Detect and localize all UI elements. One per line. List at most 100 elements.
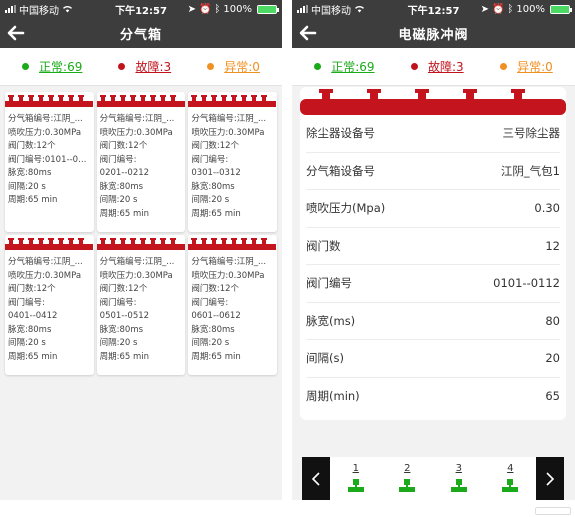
back-arrow-icon[interactable] xyxy=(6,23,26,43)
gas-box-card[interactable]: 分气箱编号:江阴_... 喷吹压力:0.30MPa 阀门数:12个 阀门编号: 0401… xyxy=(5,235,94,375)
valve-strip-banner xyxy=(300,89,566,115)
card-field-line: 分气箱编号:江阴_... xyxy=(8,257,83,267)
valve-strip-banner xyxy=(188,95,277,107)
card-field-line: 分气箱编号:江阴_... xyxy=(191,114,267,124)
legend-fault-label[interactable]: 故障:3 xyxy=(135,58,171,75)
card-field-line: 喷吹压力:0.30MPa xyxy=(191,127,265,138)
card-field-line: 分气箱编号:江阴_... xyxy=(8,114,83,124)
card-field-line: 间隔:20 s xyxy=(8,181,46,192)
card-field-line: 阀门编号: xyxy=(99,154,137,165)
card-field-line: 0501--0512 xyxy=(99,311,150,321)
legend-abnormal-label[interactable]: 异常:0 xyxy=(224,58,260,75)
legend-abnormal[interactable]: 异常:0 xyxy=(207,58,260,75)
gas-box-grid: 分气箱编号:江阴_... 喷吹压力:0.30MPa 阀门数:12个 阀门编号:0101… xyxy=(5,92,277,375)
detail-label: 间隔(s) xyxy=(306,351,344,366)
pager-tab-3[interactable]: 3 xyxy=(439,457,479,500)
back-arrow-icon[interactable] xyxy=(298,23,318,43)
card-field-line: 阀门编号: xyxy=(191,297,229,308)
detail-value: 80 xyxy=(545,313,560,328)
pager-prev-button[interactable] xyxy=(302,457,330,500)
card-field-line: 阀门编号: xyxy=(8,297,45,308)
pager-tab-1[interactable]: 1 xyxy=(336,457,376,500)
legend-normal-label[interactable]: 正常:69 xyxy=(331,58,374,75)
legend-abnormal[interactable]: 异常:0 xyxy=(500,58,553,75)
detail-value: 20 xyxy=(545,351,560,366)
detail-label: 分气箱设备号 xyxy=(306,163,375,178)
detail-row: 除尘器设备号 三号除尘器 xyxy=(306,115,560,153)
battery-icon xyxy=(257,4,280,14)
status-bar: 中国移动 下午12:57 ➤ ⏰ ᛒ 100% xyxy=(292,0,575,18)
pager-tab-4[interactable]: 4 xyxy=(490,457,530,500)
card-field-line: 喷吹压力:0.30MPa xyxy=(8,270,82,281)
legend-fault[interactable]: 故障:3 xyxy=(118,58,171,75)
gas-box-card[interactable]: 分气箱编号:江阴_... 喷吹压力:0.30MPa 阀门数:12个 阀门编号: 0301… xyxy=(188,92,277,232)
detail-value: 65 xyxy=(545,389,560,404)
battery-percent: 100% xyxy=(516,3,545,15)
pager-tab-number[interactable]: 3 xyxy=(456,463,462,474)
card-field-line: 0201--0212 xyxy=(99,168,150,178)
legend-fault-label[interactable]: 故障:3 xyxy=(428,58,464,75)
legend-normal-label[interactable]: 正常:69 xyxy=(39,58,82,75)
card-field-line: 周期:65 min xyxy=(8,351,58,362)
detail-value: 0.30 xyxy=(534,201,560,216)
card-field-line: 0601--0612 xyxy=(191,311,241,321)
page-title: 电磁脉冲阀 xyxy=(398,27,469,43)
status-bar: 中国移动 下午12:57 ➤ ⏰ ᛒ 100% xyxy=(0,0,282,18)
abnormal-dot-icon xyxy=(500,63,508,70)
detail-row: 阀门数 12 xyxy=(306,228,560,265)
chevron-right-icon xyxy=(546,471,555,486)
detail-label: 阀门数 xyxy=(306,238,341,253)
card-field-line: 脉宽:80ms xyxy=(99,181,144,192)
wifi-icon xyxy=(63,5,72,13)
card-field-line: 间隔:20 s xyxy=(8,338,46,348)
card-field-line: 间隔:20 s xyxy=(191,338,230,348)
detail-label: 喷吹压力(Mpa) xyxy=(306,201,386,216)
right-screen: 中国移动 下午12:57 ➤ ⏰ ᛒ 100% 电磁脉冲阀 正常:69 故障:3 xyxy=(292,0,575,500)
gas-box-card[interactable]: 分气箱编号:江阴_... 喷吹压力:0.30MPa 阀门数:12个 阀门编号:0101… xyxy=(5,92,94,232)
status-time: 下午12:57 xyxy=(115,5,167,17)
fault-dot-icon xyxy=(410,63,418,70)
card-field-line: 周期:65 min xyxy=(99,208,150,219)
normal-dot-icon xyxy=(22,63,30,70)
pager-next-button[interactable] xyxy=(536,457,564,500)
valve-icon xyxy=(502,479,519,492)
detail-row: 脉宽(ms) 80 xyxy=(306,303,560,340)
carrier-label: 中国移动 xyxy=(19,5,59,17)
pager-tab-number[interactable]: 4 xyxy=(507,463,513,474)
location-icon: ➤ xyxy=(187,3,196,15)
legend-normal[interactable]: 正常:69 xyxy=(22,58,82,75)
status-legend: 正常:69 故障:3 异常:0 xyxy=(0,48,282,86)
pager-tab-number[interactable]: 1 xyxy=(353,463,359,474)
card-field-line: 喷吹压力:0.30MPa xyxy=(191,270,265,281)
pager-tab-number[interactable]: 2 xyxy=(404,463,410,474)
gas-box-card[interactable]: 分气箱编号:江阴_... 喷吹压力:0.30MPa 阀门数:12个 阀门编号: 0601… xyxy=(188,235,277,375)
signal-icon xyxy=(297,5,308,13)
valve-strip-banner xyxy=(96,238,185,250)
detail-row: 周期(min) 65 xyxy=(306,378,560,416)
detail-label: 阀门编号 xyxy=(306,276,352,291)
detail-value: 三号除尘器 xyxy=(502,126,561,141)
left-screen: 中国移动 下午12:57 ➤ ⏰ ᛒ 100% 分气箱 正常:69 故障:3 异… xyxy=(0,0,282,500)
card-field-line: 阀门数:12个 xyxy=(191,141,240,151)
battery-percent: 100% xyxy=(223,3,253,15)
pager-tab-2[interactable]: 2 xyxy=(387,457,427,500)
normal-dot-icon xyxy=(314,63,322,70)
valve-icon xyxy=(347,479,364,492)
gas-box-card[interactable]: 分气箱编号:江阴_... 喷吹压力:0.30MPa 阀门数:12个 阀门编号: 0201… xyxy=(96,92,186,232)
card-field-line: 阀门编号: xyxy=(191,154,229,165)
detail-row: 阀门编号 0101--0112 xyxy=(306,265,560,303)
card-field-line: 脉宽:80ms xyxy=(191,181,235,192)
gas-box-card[interactable]: 分气箱编号:江阴_... 喷吹压力:0.30MPa 阀门数:12个 阀门编号: 0501… xyxy=(96,235,186,375)
nav-bar: 分气箱 xyxy=(0,18,282,48)
card-field-line: 间隔:20 s xyxy=(99,338,138,348)
bluetooth-icon: ᛒ xyxy=(507,3,514,15)
legend-normal[interactable]: 正常:69 xyxy=(314,58,375,75)
detail-row: 间隔(s) 20 xyxy=(306,340,560,378)
carrier-label: 中国移动 xyxy=(311,5,351,17)
valve-icon xyxy=(399,479,416,492)
location-icon: ➤ xyxy=(480,3,489,15)
legend-fault[interactable]: 故障:3 xyxy=(410,58,464,75)
status-legend: 正常:69 故障:3 异常:0 xyxy=(292,48,575,86)
legend-abnormal-label[interactable]: 异常:0 xyxy=(517,58,553,75)
card-field-line: 0301--0312 xyxy=(191,168,241,178)
